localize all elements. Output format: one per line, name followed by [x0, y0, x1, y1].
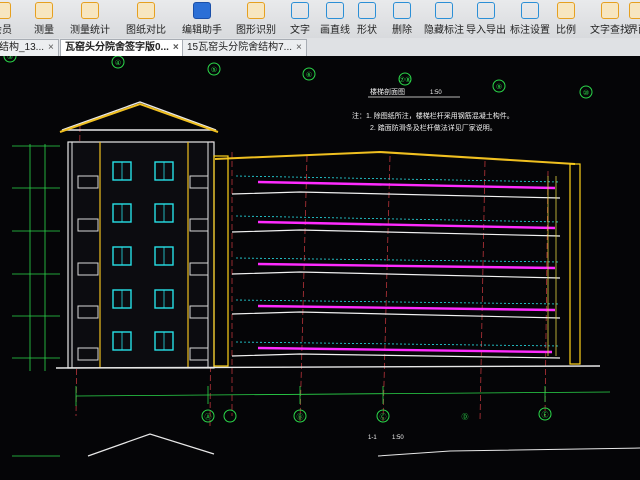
toolbar-label: 文字查找	[590, 25, 630, 36]
lower-drawing: 1-1 1:50	[12, 433, 640, 457]
toolbar-label: 标注设置	[510, 25, 550, 36]
toolbar-label: 形状	[357, 25, 377, 36]
axis-label-78: ⑦⑧	[399, 76, 412, 84]
main-toolbar: 会员 测量 测量统计 图纸对比 编辑助手 图形识别 文字画直线形状 删除 隐藏标注导入导出标注设…	[0, 0, 640, 39]
toolbar-label: 文字	[290, 25, 310, 36]
toolbar-measure-stats-button[interactable]: 测量统计	[70, 2, 110, 36]
interface-icon	[629, 2, 640, 19]
toolbar-compare-button[interactable]: 图纸对比	[126, 2, 166, 36]
toolbar-label: 编辑助手	[182, 25, 222, 36]
document-tab[interactable]: 瓦窑头分院舍签字版0... ×	[60, 39, 184, 56]
hide-annotation-icon	[435, 2, 453, 19]
toolbar-label: 画直线	[320, 25, 350, 36]
toolbar-member-button[interactable]: 会员	[0, 2, 12, 36]
toolbar-label: 比例	[556, 25, 576, 36]
axis-label-5: ⑤	[211, 66, 217, 74]
toolbar-scale-button[interactable]: 比例	[556, 2, 576, 36]
tab-label: 结构_13...	[0, 42, 45, 53]
scale-icon	[557, 2, 575, 19]
axis-label-d: Ⓓ	[462, 413, 469, 421]
shape-recognition-icon	[247, 2, 265, 19]
axis-label-10: ⑩	[583, 89, 589, 97]
draw-line-icon	[326, 2, 344, 19]
toolbar-label: 导入导出	[466, 25, 506, 36]
note-line-1: 注：1. 除图纸所注，楼梯栏杆采用钢筋混凝土构件。	[352, 111, 514, 120]
cad-viewer-window: 会员 测量 测量统计 图纸对比 编辑助手 图形识别 文字画直线形状 删除 隐藏标注导入导出标注设…	[0, 0, 640, 480]
axis-label-a: Ⓐ	[205, 413, 212, 421]
toolbar-measure-button[interactable]: 测量	[34, 2, 54, 36]
toolbar-annotation-settings-button[interactable]: 标注设置	[510, 2, 550, 36]
toolbar-label: 测量	[34, 25, 54, 36]
toolbar-shape-recognition-button[interactable]: 图形识别	[236, 2, 276, 36]
toolbar-draw-line-button[interactable]: 画直线	[320, 2, 350, 36]
annotation-settings-icon	[521, 2, 539, 19]
level-marks	[12, 144, 60, 371]
slabs	[257, 180, 556, 354]
toolbar-hide-annotation-button[interactable]: 隐藏标注	[424, 2, 464, 36]
section-title: 楼梯剖面图	[370, 87, 405, 96]
text-icon	[291, 2, 309, 19]
note-line-2: 2. 踏面防滑条及栏杆做法详见厂家说明。	[370, 123, 497, 132]
toolbar-label: 图形识别	[236, 25, 276, 36]
toolbar-edit-assistant-button[interactable]: 编辑助手	[182, 2, 222, 36]
close-icon[interactable]: ×	[173, 42, 179, 53]
axis-label-c: Ⓒ	[380, 413, 387, 421]
document-tab[interactable]: 15瓦窑头分院舍结构7... ×	[182, 39, 307, 56]
edit-assistant-icon	[193, 2, 211, 19]
toolbar-shape-button[interactable]: 形状	[357, 2, 377, 36]
toolbar-label: 界面	[628, 25, 640, 36]
import-export-icon	[477, 2, 495, 19]
toolbar-label: 会员	[0, 25, 12, 36]
measure-stats-icon	[81, 2, 99, 19]
dimension-line	[75, 386, 611, 406]
toolbar-text-button[interactable]: 文字	[290, 2, 310, 36]
toolbar-import-export-button[interactable]: 导入导出	[466, 2, 506, 36]
tab-label: 瓦窑头分院舍签字版0...	[65, 42, 169, 53]
drawing-canvas[interactable]: Ⓐ Ⓑ Ⓒ Ⓓ Ⓔ ③ ④ ⑤ ⑥ ⑦⑧ ⑨ ⑩ 楼梯剖面图 1:50 注：1.…	[0, 49, 640, 480]
section-scale: 1:50	[430, 90, 442, 96]
member-icon	[0, 2, 11, 19]
close-icon[interactable]: ×	[48, 42, 54, 53]
measure-icon	[35, 2, 53, 19]
toolbar-text-search-button[interactable]: 文字查找	[590, 2, 630, 36]
document-tab-bar: 结构_13... × 瓦窑头分院舍签字版0... × 15瓦窑头分院舍结构7... ×	[0, 38, 640, 57]
bottom-scale: 1:50	[392, 435, 404, 441]
toolbar-eraser-button[interactable]: 删除	[392, 2, 412, 36]
toolbar-label: 图纸对比	[126, 25, 166, 36]
axis-label-9: ⑨	[496, 84, 502, 91]
toolbar-interface-button[interactable]: 界面	[628, 2, 640, 36]
tab-label: 15瓦窑头分院舍结构7...	[187, 42, 293, 53]
axis-label-6: ⑥	[306, 71, 312, 79]
toolbar-label: 测量统计	[70, 25, 110, 36]
axis-row-top	[3, 49, 593, 99]
toolbar-label: 删除	[392, 25, 412, 36]
text-search-icon	[601, 2, 619, 19]
toolbar-label: 隐藏标注	[424, 25, 464, 36]
cad-drawing[interactable]: Ⓐ Ⓑ Ⓒ Ⓓ Ⓔ ③ ④ ⑤ ⑥ ⑦⑧ ⑨ ⑩ 楼梯剖面图 1:50 注：1.…	[0, 49, 640, 480]
axis-label-3: ③	[7, 56, 13, 61]
close-icon[interactable]: ×	[296, 42, 302, 53]
axis-row-bottom	[201, 407, 552, 423]
bottom-title: 1-1	[368, 435, 377, 441]
compare-icon	[137, 2, 155, 19]
axis-label-b: Ⓑ	[297, 413, 304, 421]
shape-icon	[358, 2, 376, 19]
document-tab[interactable]: 结构_13... ×	[0, 39, 59, 56]
section-drawing	[213, 150, 581, 367]
eraser-icon	[393, 2, 411, 19]
axis-label-e: Ⓔ	[542, 411, 549, 419]
axis-label-4: ④	[115, 59, 121, 67]
